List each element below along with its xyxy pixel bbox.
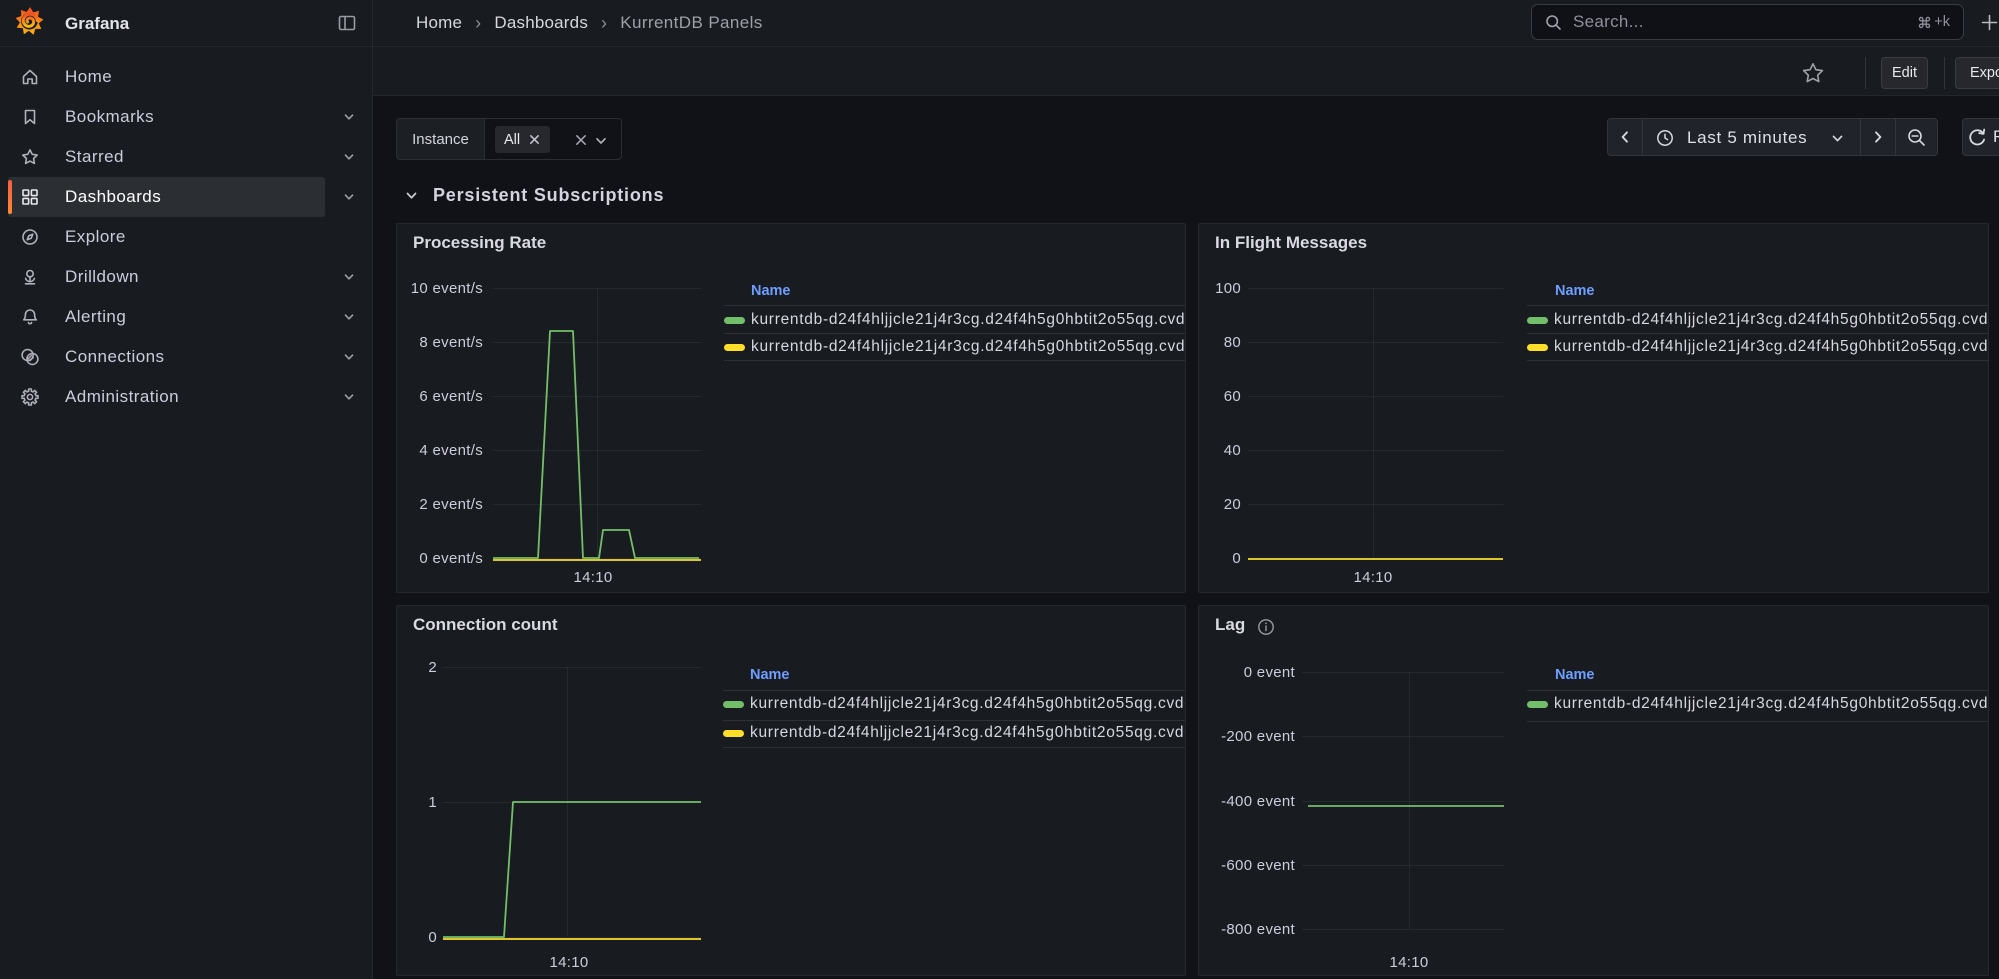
svg-text:4 event/s: 4 event/s — [419, 442, 483, 459]
svg-text:80: 80 — [1224, 334, 1241, 351]
svg-text:-800 event: -800 event — [1221, 921, 1295, 938]
svg-text:6 event/s: 6 event/s — [419, 388, 483, 405]
svg-text:-600 event: -600 event — [1221, 857, 1295, 874]
svg-text:2 event/s: 2 event/s — [419, 496, 483, 513]
svg-text:0: 0 — [428, 929, 437, 946]
svg-text:8 event/s: 8 event/s — [419, 334, 483, 351]
svg-text:10 event/s: 10 event/s — [411, 280, 483, 297]
svg-text:1: 1 — [428, 794, 437, 811]
svg-text:14:10: 14:10 — [1353, 569, 1392, 586]
svg-text:0 event: 0 event — [1244, 664, 1296, 681]
svg-text:60: 60 — [1224, 388, 1241, 405]
svg-text:40: 40 — [1224, 442, 1241, 459]
svg-text:14:10: 14:10 — [573, 569, 612, 586]
svg-text:14:10: 14:10 — [1389, 954, 1428, 971]
svg-text:2: 2 — [428, 659, 437, 676]
svg-text:100: 100 — [1215, 280, 1241, 297]
svg-text:-200 event: -200 event — [1221, 728, 1295, 745]
svg-text:20: 20 — [1224, 496, 1241, 513]
svg-text:14:10: 14:10 — [549, 954, 588, 971]
svg-text:0: 0 — [1232, 550, 1241, 567]
svg-text:0 event/s: 0 event/s — [419, 550, 483, 567]
svg-text:-400 event: -400 event — [1221, 793, 1295, 810]
